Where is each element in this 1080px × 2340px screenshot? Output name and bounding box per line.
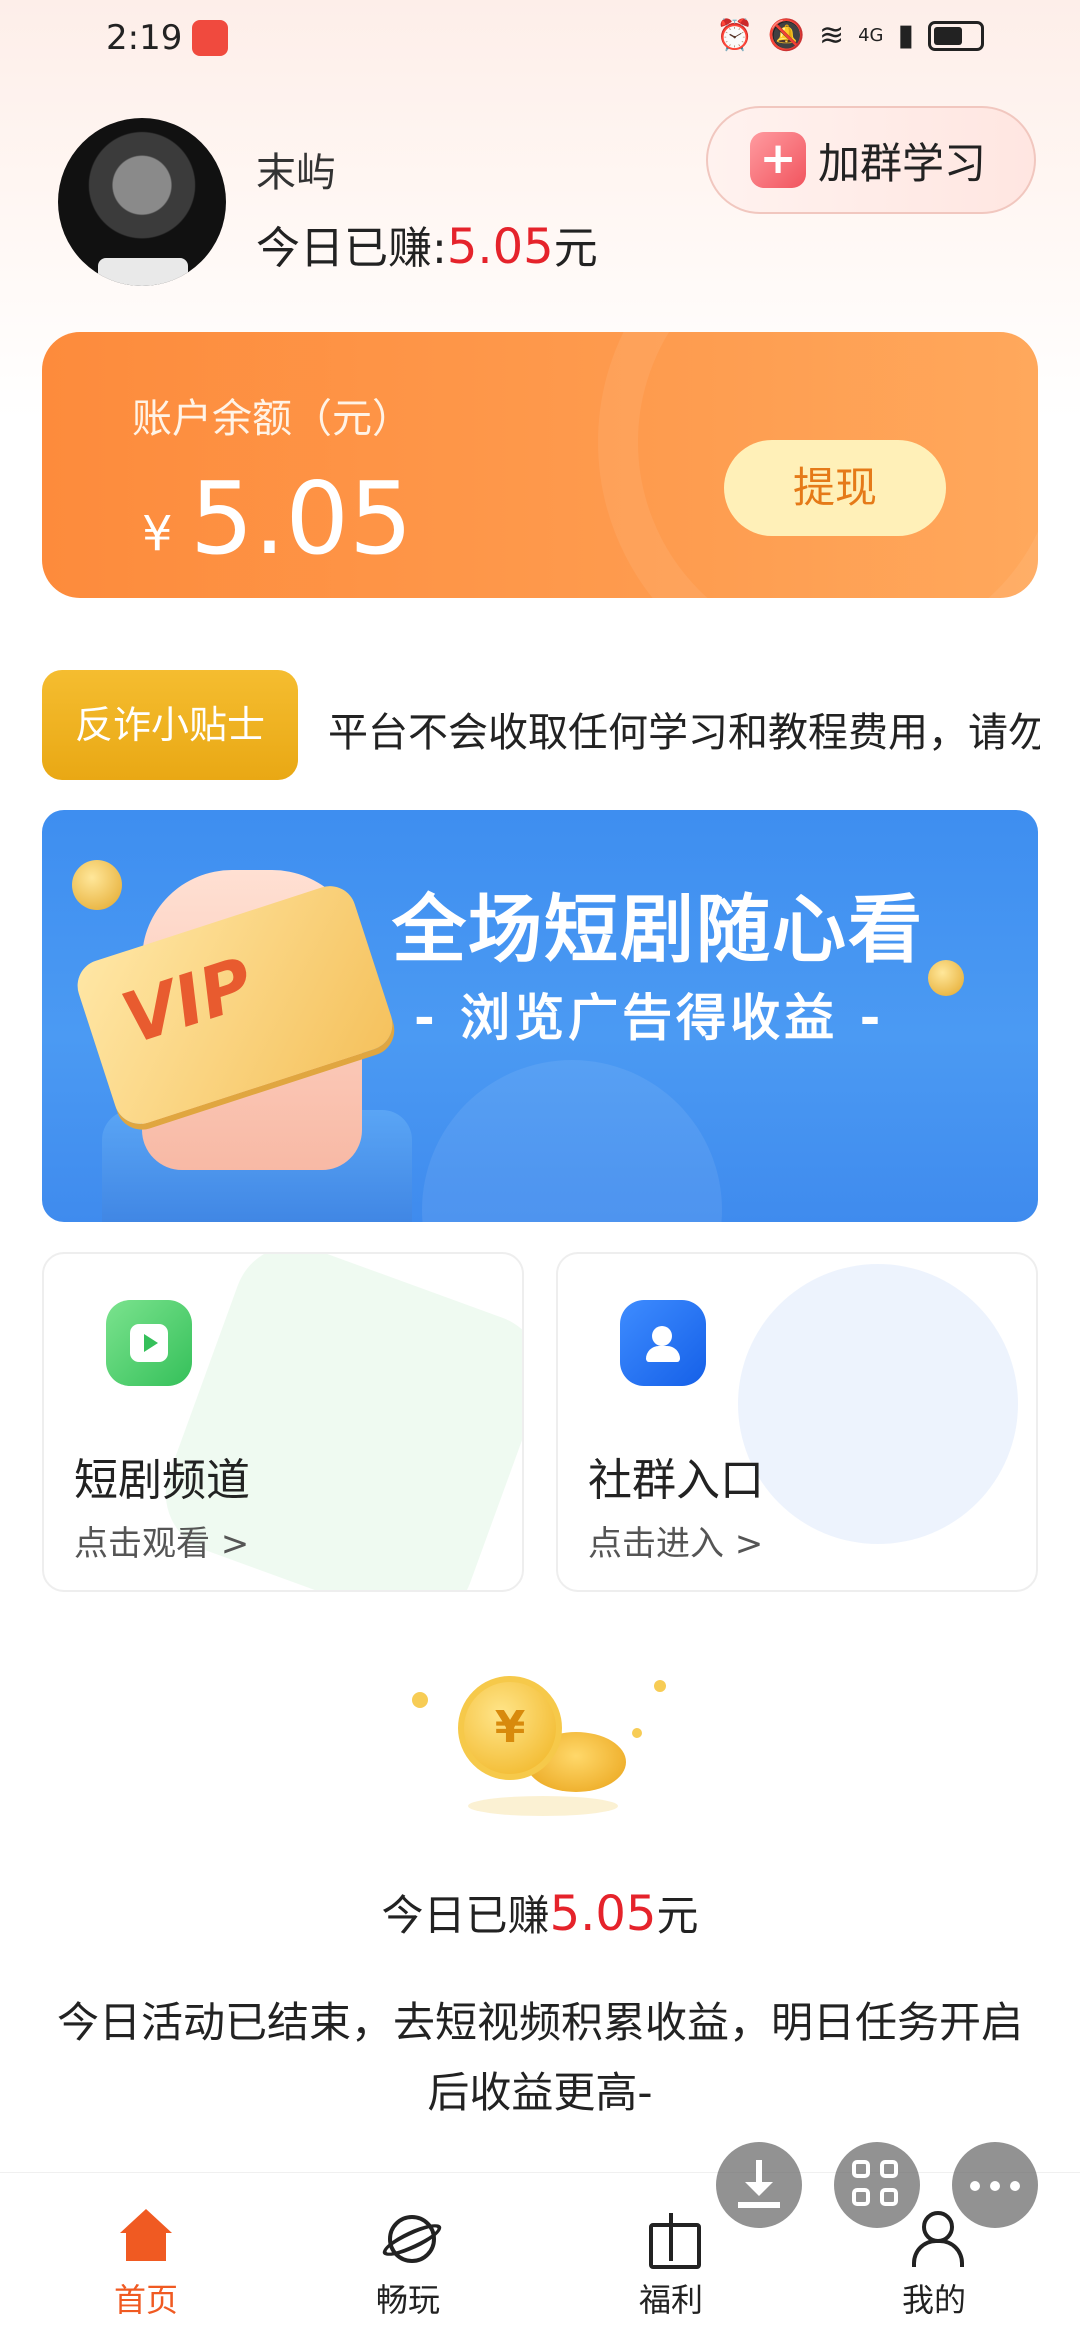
community-entry-subtitle: 点击进入 > <box>588 1524 764 1564</box>
today-earned-amount: 5.05 <box>446 219 554 275</box>
group-icon <box>620 1300 706 1386</box>
status-bar: 2:19 ⏰ 🔕 ≋ 4G ▮ <box>0 0 1080 80</box>
more-icon <box>1010 2181 1020 2191</box>
withdraw-button[interactable]: 提现 <box>724 440 946 536</box>
coins-illustration: ¥ <box>408 1672 678 1822</box>
coin-symbol: ¥ <box>494 1702 526 1753</box>
nav-home-label: 首页 <box>113 2281 178 2319</box>
today-earned-prefix: 今日已赚: <box>256 223 447 274</box>
banner-title: 全场短剧随心看 <box>392 887 924 973</box>
wifi-icon: ≋ <box>818 18 845 53</box>
activity-ended-notice: 今日活动已结束，去短视频积累收益，明日任务开启后收益更高- <box>56 1998 1023 2117</box>
more-icon <box>970 2181 980 2191</box>
balance-currency: ¥ <box>142 506 173 562</box>
plus-icon: + <box>750 132 806 188</box>
drama-channel-card[interactable]: 短剧频道 点击观看 > <box>42 1252 524 1592</box>
sparkle-icon <box>412 1692 428 1708</box>
grid-icon <box>852 2188 870 2206</box>
sparkle-icon <box>632 1728 642 1738</box>
coin-icon <box>72 860 122 910</box>
balance-value: 5.05 <box>190 460 413 577</box>
status-time: 2:19 <box>106 18 183 58</box>
summary-unit: 元 <box>656 1891 699 1940</box>
grid-icon <box>880 2160 898 2178</box>
today-summary: 今日已赚5.05元 <box>0 1882 1080 1943</box>
mute-icon: 🔕 <box>767 18 805 53</box>
community-entry-title: 社群入口 <box>588 1455 764 1506</box>
summary-prefix: 今日已赚 <box>381 1891 550 1940</box>
download-icon <box>738 2202 780 2208</box>
play-icon <box>106 1300 192 1386</box>
banner-glow <box>422 1060 722 1222</box>
planet-icon <box>380 2209 436 2265</box>
sparkle-icon <box>654 1680 666 1692</box>
grid-icon <box>852 2160 870 2178</box>
coin-icon <box>928 960 964 996</box>
more-icon <box>990 2181 1000 2191</box>
join-group-label: 加群学习 <box>818 138 987 188</box>
battery-icon <box>928 20 984 51</box>
home-icon <box>118 2209 174 2265</box>
promo-banner[interactable]: VIP 全场短剧随心看 - 浏览广告得收益 - <box>42 810 1038 1222</box>
grid-icon <box>880 2188 898 2206</box>
alarm-icon: ⏰ <box>716 18 754 53</box>
nav-home[interactable]: 首页 <box>76 2209 216 2321</box>
app-home-page: 2:19 ⏰ 🔕 ≋ 4G ▮ 末屿 今日已赚:5.05元 + 加群学习 账户余… <box>0 0 1080 2340</box>
summary-amount: 5.05 <box>549 1886 657 1942</box>
today-earned: 今日已赚:5.05元 <box>256 212 598 276</box>
download-button[interactable] <box>716 2142 802 2228</box>
app-grid-button[interactable] <box>834 2142 920 2228</box>
join-group-button[interactable]: + 加群学习 <box>706 106 1036 214</box>
user-icon <box>906 2209 964 2267</box>
community-entry-card[interactable]: 社群入口 点击进入 > <box>556 1252 1038 1592</box>
yuan-coin-icon: ¥ <box>458 1676 562 1780</box>
balance-label: 账户余额（元） <box>132 396 412 442</box>
anti-fraud-tips-badge: 反诈小贴士 <box>42 670 298 780</box>
nav-welfare-label: 福利 <box>638 2281 703 2319</box>
banner-subtitle: - 浏览广告得收益 - <box>414 989 885 1047</box>
drama-channel-subtitle: 点击观看 > <box>74 1524 250 1564</box>
user-name: 末屿 <box>256 150 336 196</box>
nav-welfare[interactable]: 福利 <box>601 2209 741 2321</box>
gift-icon <box>643 2209 701 2269</box>
app-notification-icon <box>192 20 228 56</box>
nav-play[interactable]: 畅玩 <box>338 2209 478 2321</box>
anti-fraud-tips-text: 平台不会收取任何学习和教程费用，请勿 <box>328 710 1040 756</box>
nav-play-label: 畅玩 <box>375 2281 440 2319</box>
nav-mine-label: 我的 <box>901 2281 966 2319</box>
status-icons: ⏰ 🔕 ≋ 4G ▮ <box>716 18 984 53</box>
card-background-shape <box>738 1264 1018 1544</box>
coin-shadow <box>468 1796 618 1816</box>
avatar[interactable] <box>58 118 226 286</box>
network-type: 4G <box>858 25 884 46</box>
more-button[interactable] <box>952 2142 1038 2228</box>
signal-icon: ▮ <box>897 18 914 53</box>
drama-channel-title: 短剧频道 <box>74 1455 250 1506</box>
today-earned-unit: 元 <box>553 223 598 274</box>
balance-card: 账户余额（元） ¥ 5.05 提现 <box>42 332 1038 598</box>
